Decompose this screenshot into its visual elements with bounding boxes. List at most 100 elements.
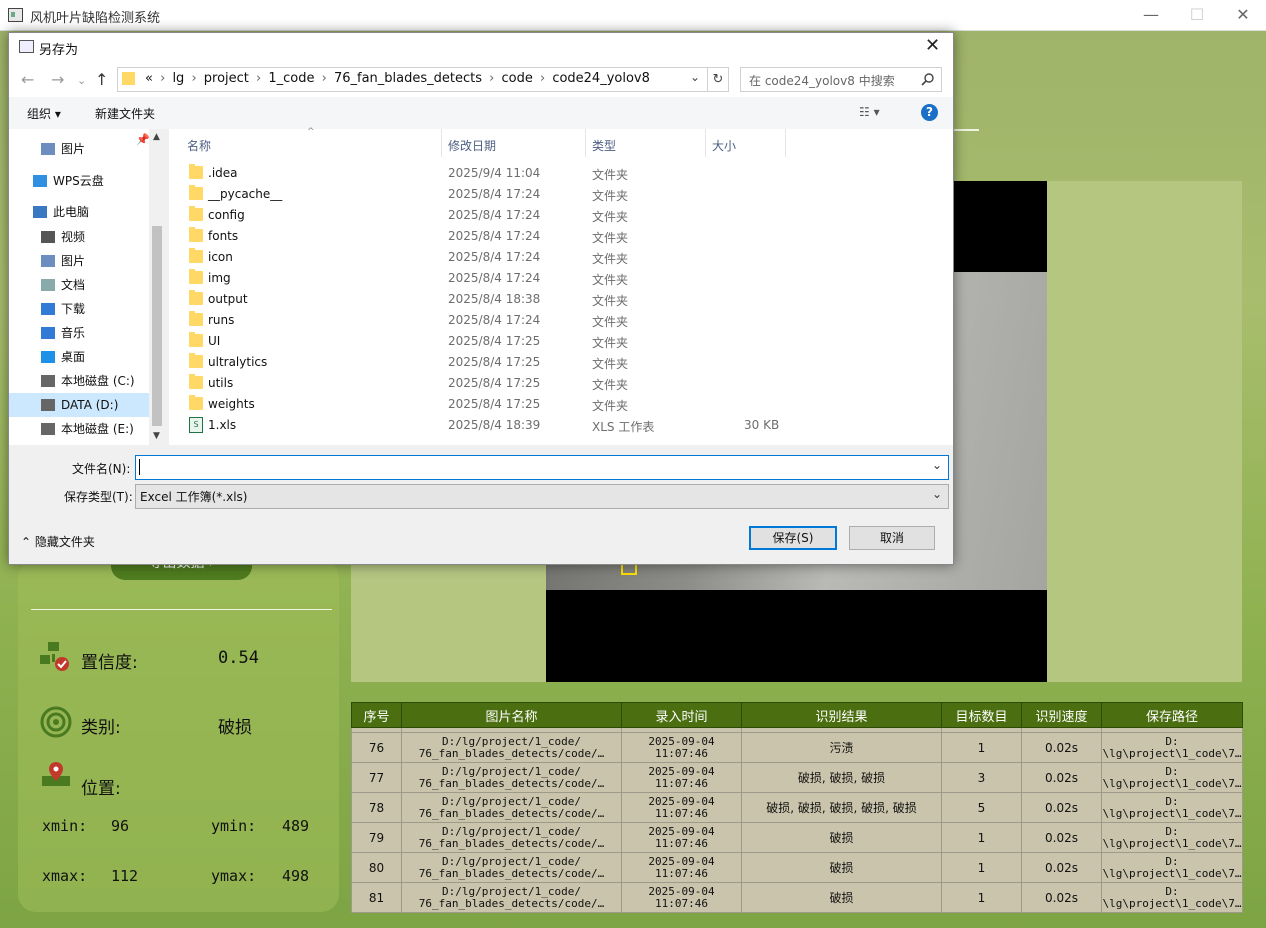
sidebar-item[interactable]: 桌面 xyxy=(9,345,149,369)
file-date: 2025/8/4 17:24 xyxy=(448,229,541,243)
breadcrumb-item[interactable]: « xyxy=(145,71,153,86)
column-separator[interactable] xyxy=(585,129,586,157)
refresh-icon[interactable]: ↻ xyxy=(707,67,729,92)
column-header-date[interactable]: 修改日期 xyxy=(448,137,496,154)
file-row[interactable]: S 1.xls 2025/8/4 18:39 XLS 工作表 30 KB xyxy=(169,415,953,436)
view-options-icon[interactable]: ☷ ▾ xyxy=(859,105,880,119)
table-row[interactable]: 79 D:/lg/project/1_code/76_fan_blades_det… xyxy=(351,822,1243,853)
col-header[interactable]: 目标数目 xyxy=(941,702,1022,728)
address-bar[interactable]: « › lg › project › 1_code › 76_fan_blade… xyxy=(117,67,709,92)
sidebar-item[interactable]: 图片 xyxy=(9,137,149,161)
sidebar-item-label: 桌面 xyxy=(61,350,86,364)
file-row[interactable]: __pycache__ 2025/8/4 17:24 文件夹 xyxy=(169,184,953,205)
breadcrumb-item[interactable]: code24_yolov8 xyxy=(552,71,650,86)
col-header[interactable]: 录入时间 xyxy=(621,702,742,728)
sidebar-item[interactable]: 音乐 xyxy=(9,321,149,345)
minimize-button[interactable]: — xyxy=(1128,0,1174,30)
filename-input[interactable]: ⌄ xyxy=(135,455,949,480)
file-row[interactable]: img 2025/8/4 17:24 文件夹 xyxy=(169,268,953,289)
column-header-name[interactable]: 名称 xyxy=(187,137,211,154)
up-arrow-icon[interactable]: ↑ xyxy=(95,70,108,89)
sidebar-item[interactable]: 视频 xyxy=(9,225,149,249)
col-header[interactable]: 序号 xyxy=(351,702,402,728)
file-row[interactable]: icon 2025/8/4 17:24 文件夹 xyxy=(169,247,953,268)
sidebar-scroll-thumb[interactable] xyxy=(152,226,162,426)
breadcrumb-item[interactable]: 1_code xyxy=(268,71,314,86)
sidebar-item[interactable]: 本地磁盘 (C:) xyxy=(9,369,149,393)
sidebar-item[interactable]: DATA (D:) xyxy=(9,393,149,417)
organize-menu[interactable]: 组织 ▾ xyxy=(27,105,61,122)
file-row[interactable]: runs 2025/8/4 17:24 文件夹 xyxy=(169,310,953,331)
table-cell: 79 xyxy=(351,822,402,853)
cell-text: 1 xyxy=(977,740,986,755)
search-box[interactable]: 在 code24_yolov8 中搜索 xyxy=(740,67,942,92)
file-row[interactable]: fonts 2025/8/4 17:24 文件夹 xyxy=(169,226,953,247)
search-icon[interactable] xyxy=(921,73,934,86)
sidebar-item[interactable]: 此电脑 xyxy=(9,200,149,224)
cell-text: 污渍 xyxy=(829,741,854,755)
file-row[interactable]: config 2025/8/4 17:24 文件夹 xyxy=(169,205,953,226)
table-row[interactable]: 78 D:/lg/project/1_code/76_fan_blades_det… xyxy=(351,792,1243,823)
col-header[interactable]: 保存路径 xyxy=(1101,702,1243,728)
file-row[interactable]: UI 2025/8/4 17:25 文件夹 xyxy=(169,331,953,352)
sidebar-item[interactable]: 图片 xyxy=(9,249,149,273)
save-button[interactable]: 保存(S) xyxy=(749,526,837,550)
breadcrumb-item[interactable]: lg xyxy=(172,71,184,86)
sidebar-item[interactable]: 文档 xyxy=(9,273,149,297)
breadcrumb-chevron-icon[interactable]: › xyxy=(485,71,498,86)
file-row[interactable]: utils 2025/8/4 17:25 文件夹 xyxy=(169,373,953,394)
breadcrumb-item[interactable]: 76_fan_blades_detects xyxy=(334,71,482,86)
address-dropdown-icon[interactable]: ⌄ xyxy=(690,70,700,84)
sidebar-item[interactable]: 本地磁盘 (E:) xyxy=(9,417,149,441)
table-row[interactable]: 77 D:/lg/project/1_code/76_fan_blades_det… xyxy=(351,762,1243,793)
col-header[interactable]: 图片名称 xyxy=(401,702,622,728)
table-row[interactable]: 76 D:/lg/project/1_code/76_fan_blades_det… xyxy=(351,732,1243,763)
help-icon[interactable]: ? xyxy=(921,104,938,121)
table-row[interactable]: 80 D:/lg/project/1_code/76_fan_blades_det… xyxy=(351,852,1243,883)
file-row[interactable]: output 2025/8/4 18:38 文件夹 xyxy=(169,289,953,310)
dialog-close-icon[interactable]: ✕ xyxy=(925,35,940,56)
new-folder-button[interactable]: 新建文件夹 xyxy=(95,105,155,122)
filetype-dropdown-icon[interactable]: ⌄ xyxy=(932,487,942,501)
back-arrow-icon[interactable]: ← xyxy=(21,70,34,89)
file-row[interactable]: ultralytics 2025/8/4 17:25 文件夹 xyxy=(169,352,953,373)
pin-icon[interactable]: 📌 xyxy=(136,133,150,146)
recent-chevron-icon[interactable]: ⌄ xyxy=(77,74,86,87)
confidence-icon xyxy=(40,642,69,671)
file-row[interactable]: .idea 2025/9/4 11:04 文件夹 xyxy=(169,163,953,184)
sidebar-item[interactable]: 下载 xyxy=(9,297,149,321)
breadcrumb-item[interactable]: code xyxy=(501,71,532,86)
cancel-button[interactable]: 取消 xyxy=(849,526,935,550)
scroll-down-icon[interactable]: ▼ xyxy=(153,431,160,441)
file-date: 2025/8/4 17:24 xyxy=(448,313,541,327)
column-separator[interactable] xyxy=(441,129,442,157)
column-separator[interactable] xyxy=(705,129,706,157)
file-type: 文件夹 xyxy=(592,294,629,308)
forward-arrow-icon[interactable]: → xyxy=(51,70,64,89)
close-button[interactable]: ✕ xyxy=(1220,0,1266,30)
breadcrumb-item[interactable]: project xyxy=(204,71,249,86)
maximize-button[interactable]: ☐ xyxy=(1174,0,1220,30)
breadcrumb-chevron-icon[interactable]: › xyxy=(536,71,549,86)
cell-text: 1 xyxy=(977,890,986,905)
file-name: ultralytics xyxy=(208,355,268,369)
col-header[interactable]: 识别结果 xyxy=(741,702,942,728)
file-date: 2025/8/4 17:24 xyxy=(448,208,541,222)
breadcrumb-chevron-icon[interactable]: › xyxy=(187,71,200,86)
col-header[interactable]: 识别速度 xyxy=(1021,702,1102,728)
column-header-type[interactable]: 类型 xyxy=(592,137,616,154)
breadcrumb-chevron-icon[interactable]: › xyxy=(318,71,331,86)
filetype-select[interactable]: Excel 工作簿(*.xls) ⌄ xyxy=(135,484,949,509)
breadcrumb-chevron-icon[interactable]: › xyxy=(252,71,265,86)
sidebar-item[interactable]: WPS云盘 xyxy=(9,169,149,193)
breadcrumb-chevron-icon[interactable]: › xyxy=(156,71,169,86)
column-header-size[interactable]: 大小 xyxy=(712,137,736,154)
cell-text: \lg\project\1_code\7… xyxy=(1102,806,1242,820)
file-row[interactable]: weights 2025/8/4 17:25 文件夹 xyxy=(169,394,953,415)
filename-dropdown-icon[interactable]: ⌄ xyxy=(932,458,942,472)
search-placeholder: 在 code24_yolov8 中搜索 xyxy=(749,74,895,88)
table-row[interactable]: 81 D:/lg/project/1_code/76_fan_blades_det… xyxy=(351,882,1243,913)
hide-folders-toggle[interactable]: ⌃ 隐藏文件夹 xyxy=(21,533,95,550)
scroll-up-icon[interactable]: ▲ xyxy=(153,132,160,142)
column-separator[interactable] xyxy=(785,129,786,157)
